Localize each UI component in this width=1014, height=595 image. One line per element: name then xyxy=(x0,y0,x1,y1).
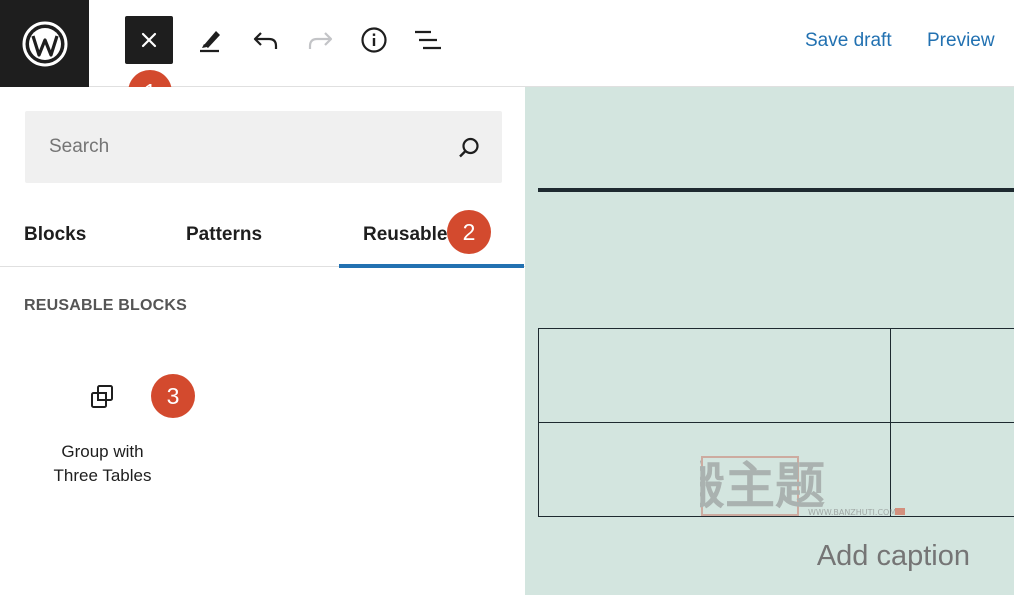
inserter-tabs: Blocks Patterns Reusable 2 xyxy=(0,203,525,268)
pencil-icon xyxy=(200,31,220,53)
step-badge-3: 3 xyxy=(151,374,195,418)
watermark-logo: 搬主题 WWW.BANZHUTI.COM xyxy=(700,456,905,517)
reusable-block-icon xyxy=(91,385,113,408)
tools-button[interactable] xyxy=(186,16,234,64)
caption-input[interactable]: Add caption xyxy=(817,540,970,573)
table-cell[interactable] xyxy=(890,328,1014,423)
search-input[interactable] xyxy=(25,111,445,183)
info-icon xyxy=(361,27,387,53)
undo-icon xyxy=(253,32,278,49)
search-box xyxy=(25,111,502,183)
reusable-block-item[interactable]: Group with Three Tables xyxy=(30,359,175,485)
editor-header: 1 Save draft Preview xyxy=(0,0,1014,114)
step-badge-2: 2 xyxy=(447,210,491,254)
wordpress-logo-button[interactable] xyxy=(0,0,89,87)
table-cell[interactable] xyxy=(538,328,891,423)
list-view-icon xyxy=(415,30,441,50)
tab-patterns[interactable]: Patterns xyxy=(186,203,262,267)
svg-text:搬主题: 搬主题 xyxy=(700,457,825,515)
details-button[interactable] xyxy=(350,16,398,64)
table-row xyxy=(538,328,1014,423)
undo-button[interactable] xyxy=(242,16,290,64)
search-icon xyxy=(459,137,479,158)
redo-button[interactable] xyxy=(296,16,344,64)
reusable-block-label: Group with Three Tables xyxy=(30,440,175,488)
separator-block[interactable] xyxy=(538,188,1014,192)
section-title: REUSABLE BLOCKS xyxy=(24,297,188,314)
block-label-line-2: Three Tables xyxy=(53,466,152,485)
tab-reusable[interactable]: Reusable xyxy=(339,203,524,268)
close-icon xyxy=(141,32,157,48)
close-inserter-button[interactable] xyxy=(125,16,173,64)
list-view-button[interactable] xyxy=(404,16,452,64)
block-inserter-panel: Blocks Patterns Reusable 2 REUSABLE BLOC… xyxy=(0,87,525,595)
svg-text:WWW.BANZHUTI.COM: WWW.BANZHUTI.COM xyxy=(808,508,896,517)
save-draft-button[interactable]: Save draft xyxy=(805,30,892,52)
wordpress-icon xyxy=(22,21,67,66)
tab-blocks[interactable]: Blocks xyxy=(24,203,86,267)
preview-button[interactable]: Preview xyxy=(927,30,995,52)
editor-canvas: 搬主题 WWW.BANZHUTI.COM Add caption xyxy=(525,87,1014,595)
block-label-line-1: Group with xyxy=(61,442,144,461)
redo-icon xyxy=(308,32,333,49)
